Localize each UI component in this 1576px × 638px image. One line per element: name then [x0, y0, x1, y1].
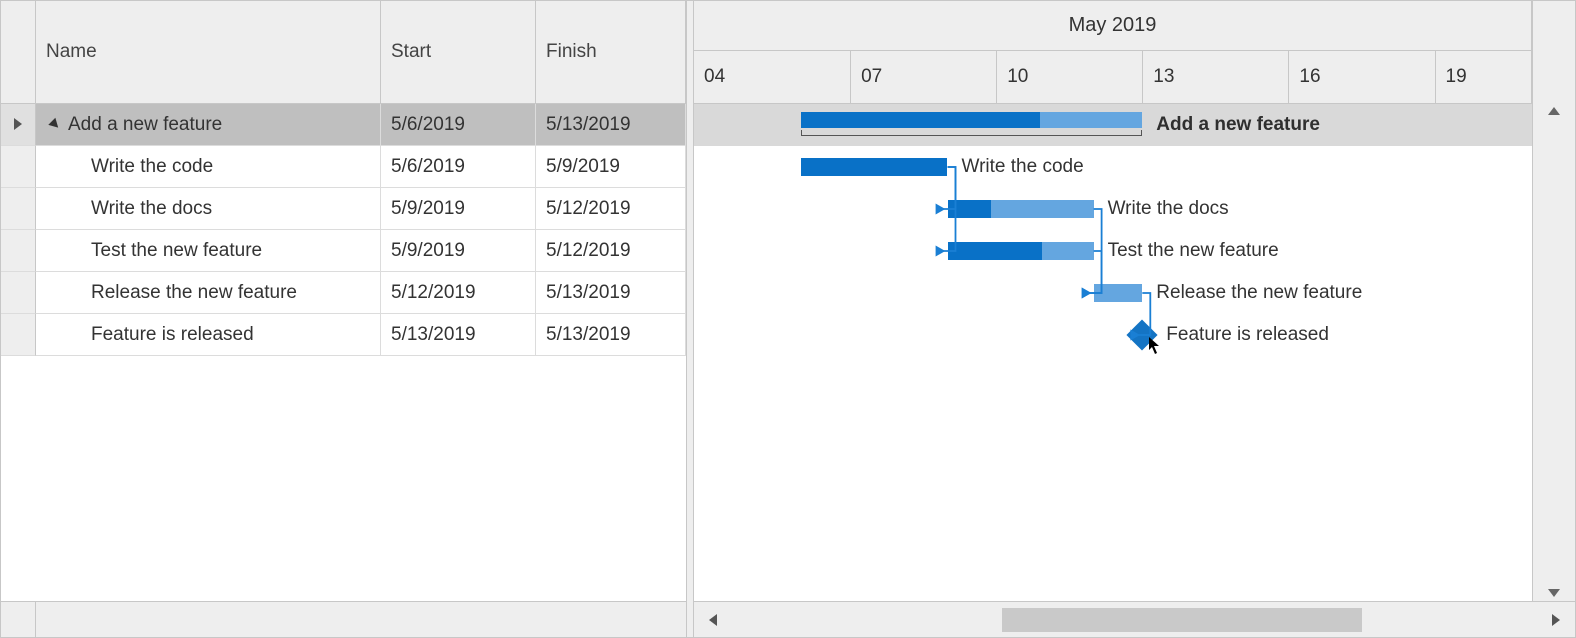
splitter[interactable] [686, 1, 694, 637]
gantt-control: Name Start Finish Add a new feature 5/6/2… [0, 0, 1576, 638]
scroll-thumb[interactable] [1002, 608, 1362, 632]
row-header-corner [1, 1, 36, 104]
bar-label: Write the code [962, 156, 1084, 178]
timeline-tick: 19 [1435, 51, 1467, 103]
gantt-row[interactable]: Release the new feature [694, 272, 1532, 314]
bar-label: Test the new feature [1108, 240, 1279, 262]
task-name-text: Write the docs [91, 198, 212, 220]
task-bar[interactable] [1094, 284, 1143, 302]
gantt-row[interactable]: Test the new feature [694, 230, 1532, 272]
cell-start[interactable]: 5/9/2019 [381, 188, 536, 230]
task-bar[interactable] [948, 242, 1094, 260]
timeline-tick: 13 [1142, 51, 1174, 103]
bar-label: Feature is released [1166, 324, 1329, 346]
task-name-text: Release the new feature [91, 282, 297, 304]
gantt-row[interactable]: Feature is released [694, 314, 1532, 356]
cell-finish[interactable]: 5/12/2019 [536, 230, 686, 272]
vertical-scrollbar[interactable] [1532, 1, 1575, 601]
row-header[interactable] [1, 314, 36, 356]
progress-fill [801, 112, 1040, 128]
cell-name[interactable]: Release the new feature [36, 272, 381, 314]
cell-finish[interactable]: 5/13/2019 [536, 104, 686, 146]
horizontal-scrollbar[interactable] [694, 601, 1575, 637]
cell-name[interactable]: Test the new feature [36, 230, 381, 272]
row-header[interactable] [1, 188, 36, 230]
column-header-finish[interactable]: Finish [536, 1, 686, 104]
task-bar[interactable] [801, 158, 947, 176]
table-row[interactable]: Release the new feature 5/12/20195/13/201… [1, 272, 686, 314]
grid-footer [1, 601, 686, 637]
timeline-tick: 16 [1288, 51, 1320, 103]
task-grid: Name Start Finish Add a new feature 5/6/2… [1, 1, 686, 637]
column-header-start[interactable]: Start [381, 1, 536, 104]
cell-finish[interactable]: 5/9/2019 [536, 146, 686, 188]
table-row[interactable]: Write the code 5/6/20195/9/2019 [1, 146, 686, 188]
row-header[interactable] [1, 230, 36, 272]
scroll-right-button[interactable] [1537, 603, 1575, 637]
cell-finish[interactable]: 5/12/2019 [536, 188, 686, 230]
timeline-tick: 10 [996, 51, 1028, 103]
cell-start[interactable]: 5/6/2019 [381, 104, 536, 146]
scroll-track[interactable] [732, 603, 1537, 637]
row-header[interactable] [1, 104, 36, 146]
cell-start[interactable]: 5/6/2019 [381, 146, 536, 188]
cell-name[interactable]: Feature is released [36, 314, 381, 356]
footer-blank [36, 602, 686, 637]
task-name-text: Test the new feature [91, 240, 262, 262]
timeline-tick: 07 [850, 51, 882, 103]
bar-label: Release the new feature [1156, 282, 1362, 304]
table-row[interactable]: Test the new feature 5/9/20195/12/2019 [1, 230, 686, 272]
gantt-row[interactable]: Write the code [694, 146, 1532, 188]
timeline-ticks: 0407101316192 [694, 51, 1531, 103]
task-bar[interactable] [948, 200, 1094, 218]
scroll-up-button[interactable] [1533, 107, 1575, 115]
cell-start[interactable]: 5/12/2019 [381, 272, 536, 314]
cell-finish[interactable]: 5/13/2019 [536, 314, 686, 356]
table-row[interactable]: Add a new feature 5/6/20195/13/2019 [1, 104, 686, 146]
footer-row-header [1, 602, 36, 637]
task-name-text: Add a new feature [68, 114, 222, 136]
summary-bar[interactable] [801, 112, 1142, 128]
table-row[interactable]: Feature is released 5/13/20195/13/2019 [1, 314, 686, 356]
bar-label: Write the docs [1108, 198, 1229, 220]
timeline-tick: 04 [704, 51, 725, 103]
task-name-text: Write the code [91, 156, 213, 178]
chevron-up-icon [1548, 107, 1560, 115]
column-header-name[interactable]: Name [36, 1, 381, 104]
gantt-body[interactable]: Add a new feature Write the code Write the… [694, 104, 1532, 601]
cell-start[interactable]: 5/13/2019 [381, 314, 536, 356]
gantt-chart: May 2019 0407101316192 Add a new feature… [694, 1, 1575, 637]
timeline-title: May 2019 [694, 1, 1531, 51]
row-header[interactable] [1, 272, 36, 314]
gantt-row[interactable]: Add a new feature [694, 104, 1532, 146]
bar-label: Add a new feature [1156, 114, 1320, 136]
row-header[interactable] [1, 146, 36, 188]
cell-name[interactable]: Write the code [36, 146, 381, 188]
collapse-icon[interactable] [48, 118, 61, 131]
scroll-down-button[interactable] [1533, 589, 1575, 597]
progress-fill [948, 200, 992, 218]
summary-bracket [801, 130, 1142, 136]
chevron-left-icon [709, 614, 717, 626]
cell-start[interactable]: 5/9/2019 [381, 230, 536, 272]
mouse-cursor-icon [1148, 336, 1162, 356]
table-row[interactable]: Write the docs 5/9/20195/12/2019 [1, 188, 686, 230]
cell-name[interactable]: Write the docs [36, 188, 381, 230]
cell-finish[interactable]: 5/13/2019 [536, 272, 686, 314]
scroll-left-button[interactable] [694, 603, 732, 637]
cell-name[interactable]: Add a new feature [36, 104, 381, 146]
progress-fill [948, 242, 1043, 260]
task-name-text: Feature is released [91, 324, 254, 346]
timeline-header: May 2019 0407101316192 [694, 1, 1532, 104]
progress-fill [801, 158, 947, 176]
chevron-right-icon [1552, 614, 1560, 626]
gantt-row[interactable]: Write the docs [694, 188, 1532, 230]
current-row-indicator-icon [14, 118, 22, 130]
chevron-down-icon [1548, 589, 1560, 597]
grid-header: Name Start Finish [1, 1, 686, 104]
